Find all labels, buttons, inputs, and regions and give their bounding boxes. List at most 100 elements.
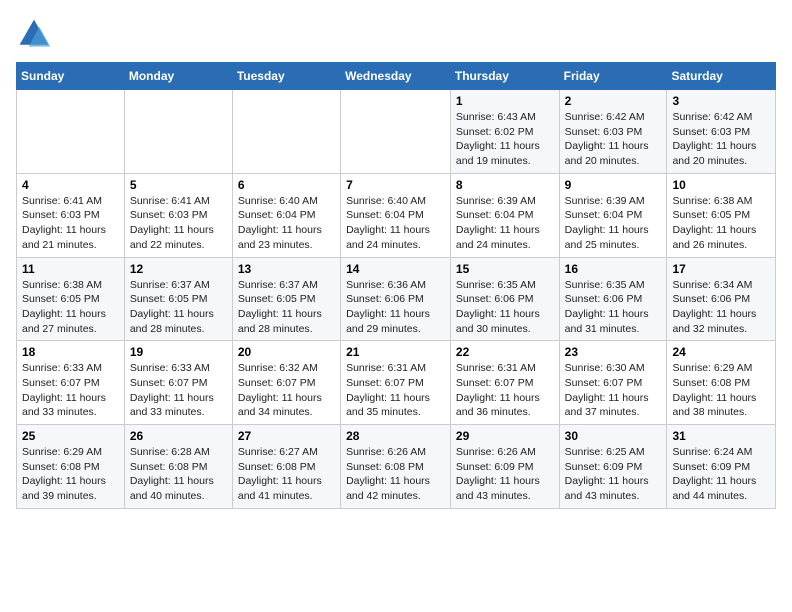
- day-number: 25: [22, 429, 119, 443]
- day-number: 11: [22, 262, 119, 276]
- day-info: Sunrise: 6:26 AM Sunset: 6:08 PM Dayligh…: [346, 445, 445, 504]
- day-of-week-header: Saturday: [667, 63, 776, 90]
- day-info: Sunrise: 6:36 AM Sunset: 6:06 PM Dayligh…: [346, 278, 445, 337]
- day-number: 3: [672, 94, 770, 108]
- day-number: 20: [238, 345, 335, 359]
- calendar-cell: 23 Sunrise: 6:30 AM Sunset: 6:07 PM Dayli…: [559, 341, 667, 425]
- day-number: 13: [238, 262, 335, 276]
- day-info: Sunrise: 6:33 AM Sunset: 6:07 PM Dayligh…: [22, 361, 119, 420]
- day-number: 26: [130, 429, 227, 443]
- calendar-header-row: SundayMondayTuesdayWednesdayThursdayFrid…: [17, 63, 776, 90]
- day-info: Sunrise: 6:42 AM Sunset: 6:03 PM Dayligh…: [672, 110, 770, 169]
- calendar-week-row: 1Sunrise: 6:43 AM Sunset: 6:02 PM Daylig…: [17, 90, 776, 174]
- day-number: 15: [456, 262, 554, 276]
- calendar-cell: 21 Sunrise: 6:31 AM Sunset: 6:07 PM Dayli…: [341, 341, 451, 425]
- calendar-cell: 25Sunrise: 6:29 AM Sunset: 6:08 PM Dayli…: [17, 425, 125, 509]
- day-info: Sunrise: 6:34 AM Sunset: 6:06 PM Dayligh…: [672, 278, 770, 337]
- day-info: Sunrise: 6:35 AM Sunset: 6:06 PM Dayligh…: [565, 278, 662, 337]
- day-info: Sunrise: 6:32 AM Sunset: 6:07 PM Dayligh…: [238, 361, 335, 420]
- day-info: Sunrise: 6:41 AM Sunset: 6:03 PM Dayligh…: [130, 194, 227, 253]
- day-number: 23: [565, 345, 662, 359]
- day-info: Sunrise: 6:24 AM Sunset: 6:09 PM Dayligh…: [672, 445, 770, 504]
- day-info: Sunrise: 6:35 AM Sunset: 6:06 PM Dayligh…: [456, 278, 554, 337]
- day-info: Sunrise: 6:31 AM Sunset: 6:07 PM Dayligh…: [346, 361, 445, 420]
- calendar-week-row: 18 Sunrise: 6:33 AM Sunset: 6:07 PM Dayli…: [17, 341, 776, 425]
- day-info: Sunrise: 6:40 AM Sunset: 6:04 PM Dayligh…: [238, 194, 335, 253]
- day-info: Sunrise: 6:27 AM Sunset: 6:08 PM Dayligh…: [238, 445, 335, 504]
- day-info: Sunrise: 6:38 AM Sunset: 6:05 PM Dayligh…: [672, 194, 770, 253]
- calendar-cell: 20 Sunrise: 6:32 AM Sunset: 6:07 PM Dayli…: [232, 341, 340, 425]
- day-number: 4: [22, 178, 119, 192]
- logo-icon: [16, 16, 52, 52]
- day-number: 24: [672, 345, 770, 359]
- calendar-cell: 8Sunrise: 6:39 AM Sunset: 6:04 PM Daylig…: [450, 173, 559, 257]
- day-number: 16: [565, 262, 662, 276]
- calendar-cell: 5 Sunrise: 6:41 AM Sunset: 6:03 PM Daylig…: [124, 173, 232, 257]
- day-info: Sunrise: 6:39 AM Sunset: 6:04 PM Dayligh…: [456, 194, 554, 253]
- calendar-cell: 10 Sunrise: 6:38 AM Sunset: 6:05 PM Dayli…: [667, 173, 776, 257]
- day-number: 19: [130, 345, 227, 359]
- calendar-cell: 7Sunrise: 6:40 AM Sunset: 6:04 PM Daylig…: [341, 173, 451, 257]
- calendar-cell: 24 Sunrise: 6:29 AM Sunset: 6:08 PM Dayli…: [667, 341, 776, 425]
- day-info: Sunrise: 6:28 AM Sunset: 6:08 PM Dayligh…: [130, 445, 227, 504]
- day-number: 28: [346, 429, 445, 443]
- day-of-week-header: Sunday: [17, 63, 125, 90]
- day-info: Sunrise: 6:25 AM Sunset: 6:09 PM Dayligh…: [565, 445, 662, 504]
- day-info: Sunrise: 6:30 AM Sunset: 6:07 PM Dayligh…: [565, 361, 662, 420]
- day-number: 17: [672, 262, 770, 276]
- day-number: 30: [565, 429, 662, 443]
- calendar-cell: 31 Sunrise: 6:24 AM Sunset: 6:09 PM Dayli…: [667, 425, 776, 509]
- calendar-cell: 29 Sunrise: 6:26 AM Sunset: 6:09 PM Dayli…: [450, 425, 559, 509]
- day-of-week-header: Thursday: [450, 63, 559, 90]
- day-number: 2: [565, 94, 662, 108]
- calendar-cell: 22 Sunrise: 6:31 AM Sunset: 6:07 PM Dayli…: [450, 341, 559, 425]
- calendar-cell: 2 Sunrise: 6:42 AM Sunset: 6:03 PM Daylig…: [559, 90, 667, 174]
- calendar-cell: 17 Sunrise: 6:34 AM Sunset: 6:06 PM Dayli…: [667, 257, 776, 341]
- day-number: 1: [456, 94, 554, 108]
- calendar-cell: 6 Sunrise: 6:40 AM Sunset: 6:04 PM Daylig…: [232, 173, 340, 257]
- day-info: Sunrise: 6:26 AM Sunset: 6:09 PM Dayligh…: [456, 445, 554, 504]
- day-number: 21: [346, 345, 445, 359]
- calendar-week-row: 25Sunrise: 6:29 AM Sunset: 6:08 PM Dayli…: [17, 425, 776, 509]
- calendar-cell: [124, 90, 232, 174]
- day-of-week-header: Tuesday: [232, 63, 340, 90]
- calendar-table: SundayMondayTuesdayWednesdayThursdayFrid…: [16, 62, 776, 509]
- logo: [16, 16, 58, 52]
- calendar-cell: 16 Sunrise: 6:35 AM Sunset: 6:06 PM Dayli…: [559, 257, 667, 341]
- day-number: 6: [238, 178, 335, 192]
- day-info: Sunrise: 6:39 AM Sunset: 6:04 PM Dayligh…: [565, 194, 662, 253]
- day-info: Sunrise: 6:41 AM Sunset: 6:03 PM Dayligh…: [22, 194, 119, 253]
- calendar-cell: [341, 90, 451, 174]
- day-of-week-header: Wednesday: [341, 63, 451, 90]
- calendar-cell: 27 Sunrise: 6:27 AM Sunset: 6:08 PM Dayli…: [232, 425, 340, 509]
- calendar-cell: 4 Sunrise: 6:41 AM Sunset: 6:03 PM Daylig…: [17, 173, 125, 257]
- calendar-cell: 12Sunrise: 6:37 AM Sunset: 6:05 PM Dayli…: [124, 257, 232, 341]
- day-number: 27: [238, 429, 335, 443]
- day-number: 31: [672, 429, 770, 443]
- day-number: 9: [565, 178, 662, 192]
- day-of-week-header: Friday: [559, 63, 667, 90]
- calendar-cell: 28 Sunrise: 6:26 AM Sunset: 6:08 PM Dayli…: [341, 425, 451, 509]
- calendar-cell: 26 Sunrise: 6:28 AM Sunset: 6:08 PM Dayli…: [124, 425, 232, 509]
- calendar-cell: 1Sunrise: 6:43 AM Sunset: 6:02 PM Daylig…: [450, 90, 559, 174]
- day-number: 22: [456, 345, 554, 359]
- day-info: Sunrise: 6:31 AM Sunset: 6:07 PM Dayligh…: [456, 361, 554, 420]
- calendar-cell: 14Sunrise: 6:36 AM Sunset: 6:06 PM Dayli…: [341, 257, 451, 341]
- calendar-week-row: 4 Sunrise: 6:41 AM Sunset: 6:03 PM Daylig…: [17, 173, 776, 257]
- calendar-week-row: 11Sunrise: 6:38 AM Sunset: 6:05 PM Dayli…: [17, 257, 776, 341]
- calendar-cell: [232, 90, 340, 174]
- day-number: 10: [672, 178, 770, 192]
- day-info: Sunrise: 6:40 AM Sunset: 6:04 PM Dayligh…: [346, 194, 445, 253]
- calendar-cell: 13 Sunrise: 6:37 AM Sunset: 6:05 PM Dayli…: [232, 257, 340, 341]
- day-number: 18: [22, 345, 119, 359]
- calendar-cell: 9 Sunrise: 6:39 AM Sunset: 6:04 PM Daylig…: [559, 173, 667, 257]
- day-number: 29: [456, 429, 554, 443]
- day-info: Sunrise: 6:37 AM Sunset: 6:05 PM Dayligh…: [238, 278, 335, 337]
- calendar-cell: 30 Sunrise: 6:25 AM Sunset: 6:09 PM Dayli…: [559, 425, 667, 509]
- day-number: 5: [130, 178, 227, 192]
- calendar-cell: 3 Sunrise: 6:42 AM Sunset: 6:03 PM Daylig…: [667, 90, 776, 174]
- day-info: Sunrise: 6:42 AM Sunset: 6:03 PM Dayligh…: [565, 110, 662, 169]
- day-info: Sunrise: 6:29 AM Sunset: 6:08 PM Dayligh…: [672, 361, 770, 420]
- calendar-cell: [17, 90, 125, 174]
- page-header: [16, 16, 776, 52]
